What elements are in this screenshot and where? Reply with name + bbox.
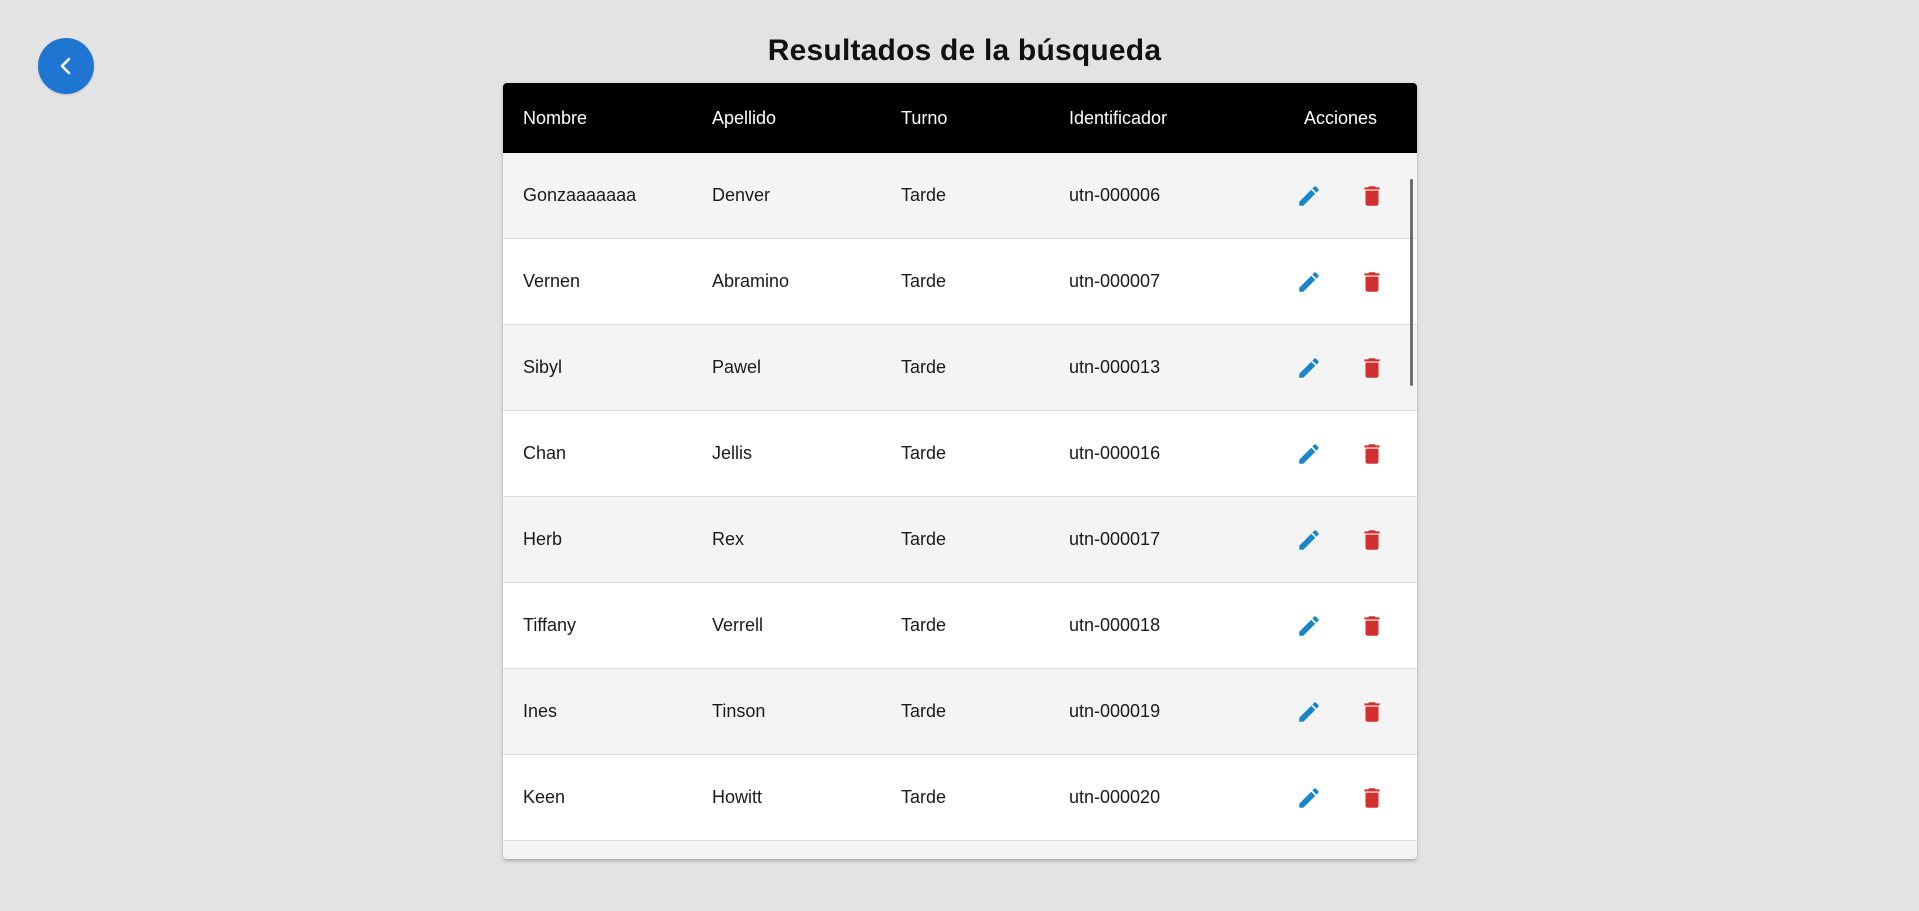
cell-identificador: utn-000017 (1069, 529, 1161, 549)
trash-icon (1364, 185, 1380, 206)
cell-turno: Tarde (901, 185, 947, 205)
row-actions (1264, 267, 1417, 297)
row-actions (1264, 697, 1417, 727)
cell-nombre: Keen (523, 787, 566, 807)
trash-icon (1364, 443, 1380, 464)
table-row: Tiffany Verrell Tarde utn-000018 (503, 583, 1417, 669)
column-header-acciones: Acciones (1303, 107, 1378, 128)
row-actions (1264, 783, 1417, 813)
cell-nombre: Tiffany (523, 615, 577, 635)
trash-icon (1364, 701, 1380, 722)
table-row: Keen Howitt Tarde utn-000020 (503, 755, 1417, 841)
trash-icon (1364, 357, 1380, 378)
edit-button[interactable] (1294, 439, 1324, 469)
edit-button[interactable] (1294, 611, 1324, 641)
delete-button[interactable] (1357, 439, 1387, 469)
column-header-identificador: Identificador (1069, 107, 1168, 128)
edit-button[interactable] (1294, 525, 1324, 555)
pencil-icon (1299, 357, 1319, 378)
trash-icon (1364, 271, 1380, 292)
table-row: Sibyl Pawel Tarde utn-000013 (503, 325, 1417, 411)
cell-nombre: Herb (523, 529, 563, 549)
table-row: Vernen Abramino Tarde utn-000007 (503, 239, 1417, 325)
cell-apellido: Pawel (712, 357, 762, 377)
cell-apellido: Tinson (712, 701, 766, 721)
page-title: Resultados de la búsqueda (767, 34, 1162, 67)
cell-nombre: Sibyl (523, 357, 563, 377)
cell-turno: Tarde (901, 271, 947, 291)
edit-button[interactable] (1294, 267, 1324, 297)
table-header: Nombre Apellido Turno Identificador Acci… (503, 83, 1417, 153)
pencil-icon (1299, 787, 1319, 808)
cell-identificador: utn-000007 (1069, 271, 1161, 291)
row-actions (1264, 439, 1417, 469)
cell-nombre: Chan (523, 443, 567, 463)
table-body[interactable]: Gonzaaaaaaa Denver Tarde utn-000006 Vern… (503, 153, 1417, 859)
pencil-icon (1299, 443, 1319, 464)
column-header-apellido: Apellido (712, 107, 777, 128)
pencil-icon (1299, 529, 1319, 550)
delete-button[interactable] (1357, 783, 1387, 813)
cell-identificador: utn-000018 (1069, 615, 1161, 635)
table-row: Ines Tinson Tarde utn-000019 (503, 669, 1417, 755)
cell-turno: Tarde (901, 615, 947, 635)
edit-button[interactable] (1294, 181, 1324, 211)
column-header-turno: Turno (901, 107, 948, 128)
cell-turno: Tarde (901, 701, 947, 721)
trash-icon (1364, 787, 1380, 808)
cell-turno: Tarde (901, 529, 947, 549)
cell-identificador: utn-000013 (1069, 357, 1161, 377)
cell-apellido: Abramino (712, 271, 790, 291)
table-row: Chan Jellis Tarde utn-000016 (503, 411, 1417, 497)
pencil-icon (1299, 185, 1319, 206)
cell-apellido: Rex (712, 529, 745, 549)
row-actions (1264, 181, 1417, 211)
cell-apellido: Howitt (712, 787, 763, 807)
edit-button[interactable] (1294, 783, 1324, 813)
cell-nombre: Ines (523, 701, 558, 721)
cell-identificador: utn-000020 (1069, 787, 1161, 807)
table-scrollbar[interactable] (1410, 179, 1413, 386)
column-header-nombre: Nombre (523, 107, 588, 128)
pencil-icon (1299, 615, 1319, 636)
edit-button[interactable] (1294, 353, 1324, 383)
row-actions (1264, 353, 1417, 383)
cell-apellido: Jellis (712, 443, 753, 463)
cell-turno: Tarde (901, 357, 947, 377)
cell-turno: Tarde (901, 443, 947, 463)
delete-button[interactable] (1357, 611, 1387, 641)
trash-icon (1364, 615, 1380, 636)
cell-nombre: Vernen (523, 271, 581, 291)
delete-button[interactable] (1357, 181, 1387, 211)
delete-button[interactable] (1357, 267, 1387, 297)
cell-nombre: Gonzaaaaaaa (523, 185, 637, 205)
delete-button[interactable] (1357, 697, 1387, 727)
cell-turno: Tarde (901, 787, 947, 807)
edit-button[interactable] (1294, 697, 1324, 727)
table-row-partial (503, 841, 1417, 859)
delete-button[interactable] (1357, 353, 1387, 383)
delete-button[interactable] (1357, 525, 1387, 555)
cell-apellido: Denver (712, 185, 771, 205)
pencil-icon (1299, 271, 1319, 292)
cell-identificador: utn-000006 (1069, 185, 1161, 205)
cell-identificador: utn-000019 (1069, 701, 1161, 721)
cell-identificador: utn-000016 (1069, 443, 1161, 463)
table-row: Herb Rex Tarde utn-000017 (503, 497, 1417, 583)
results-table: Nombre Apellido Turno Identificador Acci… (503, 83, 1417, 859)
cell-apellido: Verrell (712, 615, 764, 635)
row-actions (1264, 611, 1417, 641)
row-actions (1264, 525, 1417, 555)
pencil-icon (1299, 701, 1319, 722)
table-row: Gonzaaaaaaa Denver Tarde utn-000006 (503, 153, 1417, 239)
trash-icon (1364, 529, 1380, 550)
